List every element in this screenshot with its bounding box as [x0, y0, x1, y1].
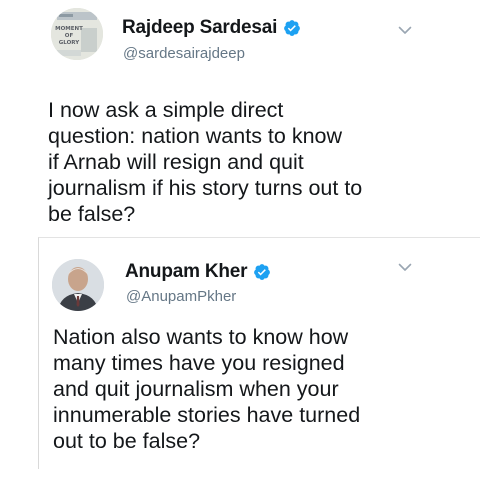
tweet-text: Nation also wants to know how many times…: [53, 325, 361, 453]
tweet-text: I now ask a simple direct question: nati…: [48, 98, 363, 226]
handle[interactable]: @AnupamPkher: [126, 288, 236, 305]
svg-text:GLORY: GLORY: [59, 40, 80, 46]
svg-text:MOMENT: MOMENT: [55, 26, 83, 32]
avatar[interactable]: MOMENT OF GLORY: [51, 8, 103, 60]
name-row: Rajdeep Sardesai: [122, 17, 301, 39]
portrait-avatar-icon: [52, 259, 104, 311]
display-name[interactable]: Rajdeep Sardesai: [122, 17, 277, 39]
verified-badge-icon: [254, 264, 271, 280]
avatar[interactable]: [52, 259, 104, 311]
tweet-card-rajdeep[interactable]: MOMENT OF GLORY Rajdeep Sardesai @sardes…: [0, 0, 480, 237]
chevron-down-icon[interactable]: [398, 25, 412, 35]
svg-text:OF: OF: [65, 33, 74, 39]
book-cover-avatar-icon: MOMENT OF GLORY: [51, 8, 103, 60]
tweet-card-anupam[interactable]: Anupam Kher @AnupamPkher Nation also wan…: [0, 237, 480, 480]
handle[interactable]: @sardesairajdeep: [123, 45, 245, 62]
name-row: Anupam Kher: [125, 261, 271, 283]
chevron-down-icon[interactable]: [398, 262, 412, 272]
verified-badge-icon: [284, 20, 301, 36]
display-name[interactable]: Anupam Kher: [125, 261, 248, 283]
